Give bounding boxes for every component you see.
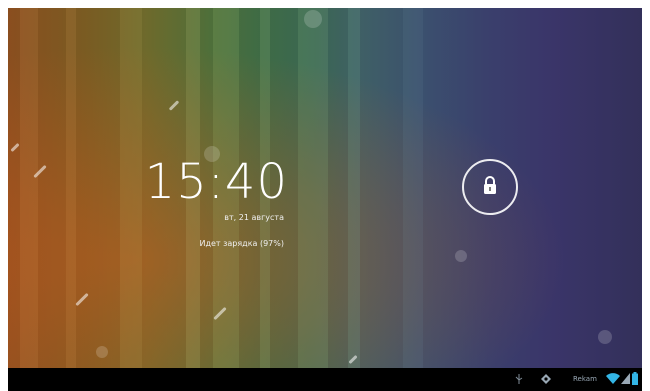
lockscreen-wallpaper: [8, 8, 642, 368]
wallpaper-bokeh: [455, 250, 467, 262]
wifi-icon: [606, 373, 620, 384]
wallpaper-streak: [66, 8, 76, 368]
wallpaper-streak: [403, 8, 423, 368]
wallpaper-dash: [10, 142, 20, 153]
wallpaper-bokeh: [96, 346, 108, 358]
signal-icon: [621, 373, 630, 384]
wallpaper-bokeh: [304, 10, 322, 28]
lockscreen-date: вт, 21 августа: [224, 213, 284, 222]
lockscreen-clock: 15:40: [144, 154, 288, 210]
wallpaper-streak: [348, 8, 360, 368]
wallpaper-streak: [298, 8, 328, 368]
unlock-handle[interactable]: [462, 159, 518, 215]
charging-status: Идет зарядка (97%): [199, 239, 284, 248]
battery-icon: [632, 372, 638, 385]
wallpaper-streak: [20, 8, 38, 368]
wallpaper-dash: [75, 292, 89, 307]
wallpaper-dash: [168, 100, 180, 111]
system-navigation-bar: Rekam: [8, 368, 642, 391]
lock-icon: [484, 176, 496, 194]
usb-icon: [515, 374, 523, 384]
wallpaper-bokeh: [598, 330, 612, 344]
debug-icon: [541, 374, 551, 384]
carrier-name: Rekam: [573, 375, 597, 383]
